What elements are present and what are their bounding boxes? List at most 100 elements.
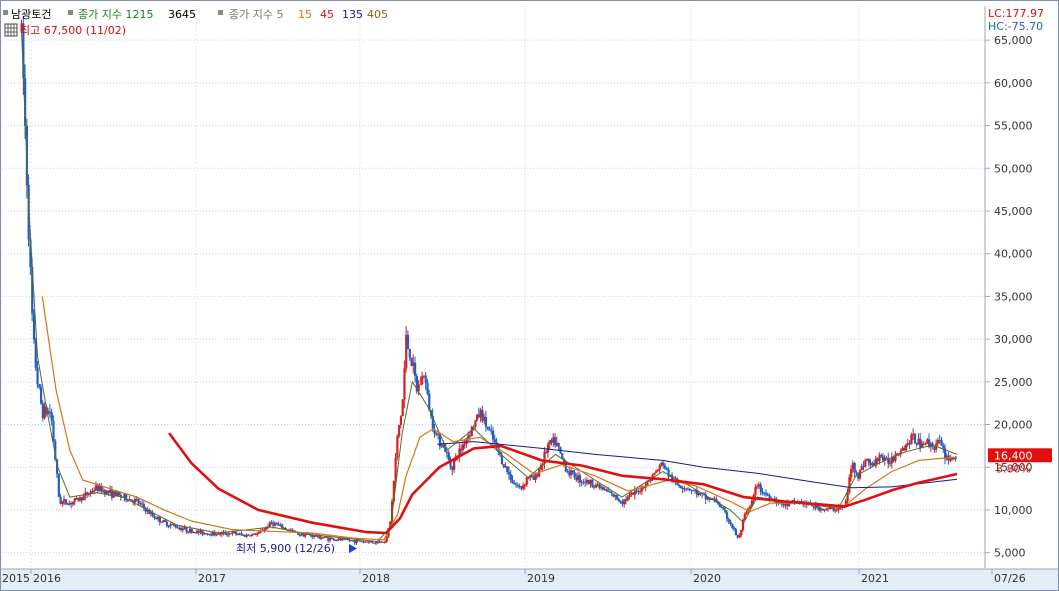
candle-body [39, 387, 43, 404]
min-price-label: 최저 5,900 (12/26) [236, 542, 335, 555]
candle-body [61, 501, 64, 504]
candle-body [665, 468, 668, 470]
candle-body [421, 376, 424, 385]
candle-body [924, 443, 927, 445]
stock-chart[interactable]: 5,00010,00015,00020,00025,00030,00035,00… [0, 0, 1059, 591]
candle-body [298, 534, 301, 536]
candle-body [71, 501, 75, 505]
candle-body [734, 529, 738, 536]
current-change-value: 3.80% [996, 462, 1031, 475]
legend-marker-icon [218, 10, 223, 15]
candle-body [82, 495, 85, 501]
candle-body [93, 490, 96, 492]
y-tick-label: 20,000 [994, 419, 1033, 432]
candle-body [725, 512, 729, 520]
candle-body [864, 460, 867, 468]
candle-body [474, 420, 477, 427]
candle-body [215, 534, 218, 536]
candle-body [463, 444, 466, 446]
candle-body [398, 425, 401, 437]
candle-body [240, 533, 243, 535]
candle-body [658, 465, 661, 470]
y-tick-label: 10,000 [994, 504, 1033, 517]
candle-body [678, 484, 681, 487]
y-tick-label: 60,000 [994, 77, 1033, 90]
x-tick-label: 2017 [198, 572, 226, 585]
candle-body [530, 475, 534, 477]
candle-body [507, 471, 511, 475]
candle-body [234, 531, 238, 535]
candle-body [756, 486, 759, 488]
max-price-label: 최고 67,500 (11/02) [20, 24, 126, 37]
candle-body [749, 505, 752, 509]
candle-body [164, 520, 167, 522]
volume-index-value: 3645 [168, 8, 196, 21]
candle-body [509, 474, 512, 481]
candle-body [591, 479, 594, 487]
stock-name[interactable]: 남광토건 [11, 8, 51, 21]
candle-body [653, 472, 656, 476]
y-tick-label: 5,000 [994, 547, 1026, 560]
x-tick-label: 2015 [2, 572, 30, 585]
x-tick-label: 2021 [861, 572, 889, 585]
x-tick-label: 2018 [362, 572, 390, 585]
candle-body [52, 420, 55, 441]
candle-body [383, 541, 387, 543]
candle-body [733, 527, 736, 530]
candle-body [492, 430, 495, 440]
candle-body [729, 521, 732, 525]
candle-body [617, 499, 621, 501]
candle-body [889, 463, 892, 465]
y-tick-label: 65,000 [994, 34, 1033, 47]
candle-body [722, 507, 725, 510]
hc-label: HC:-75.70 [988, 20, 1043, 33]
candle-body [855, 472, 858, 474]
grid-toggle-icon[interactable] [4, 23, 18, 37]
candle-body [371, 541, 374, 543]
candle-body [578, 475, 582, 483]
candle-body [50, 412, 53, 421]
candle-body [754, 487, 757, 496]
candle-body [823, 509, 826, 511]
y-tick-label: 35,000 [994, 290, 1033, 303]
candle-body [610, 492, 613, 494]
candle-body [160, 522, 163, 524]
candle-body [905, 444, 908, 451]
y-tick-label: 50,000 [994, 162, 1033, 175]
candle-body [399, 416, 403, 426]
candle-body [522, 485, 525, 489]
candle-body [506, 466, 509, 472]
candle-body [628, 495, 631, 497]
candle-body [724, 509, 727, 513]
candle-body [511, 480, 514, 483]
candle-body [662, 462, 665, 466]
candle-body [853, 463, 856, 473]
candle-body [525, 477, 528, 485]
candle-body [153, 515, 156, 519]
candle-body [484, 416, 488, 427]
candle-body [185, 527, 188, 532]
candle-body [679, 486, 683, 489]
candle-body [516, 485, 520, 487]
candle-body [656, 469, 660, 472]
candle-body [419, 384, 422, 386]
candle-body [768, 495, 771, 499]
candle-body [493, 439, 496, 443]
candle-body [158, 516, 161, 523]
volume-index-label: 종가 지수 1215 [78, 8, 153, 21]
y-tick-label: 40,000 [994, 248, 1033, 261]
candle-body [850, 469, 853, 478]
ma-period-405: 405 [367, 8, 388, 21]
candle-body [281, 524, 284, 529]
candle-body [942, 445, 945, 449]
candle-body [57, 473, 60, 497]
candle-body [130, 499, 133, 501]
lc-label: LC:177.97 [988, 7, 1044, 20]
x-tick-label: 2016 [33, 572, 61, 585]
candle-body [738, 535, 741, 538]
candle-body [137, 499, 140, 504]
ma-period-15: 15 [298, 8, 312, 21]
candle-body [731, 524, 734, 528]
candle-body [571, 470, 574, 473]
candle-body [616, 495, 619, 500]
